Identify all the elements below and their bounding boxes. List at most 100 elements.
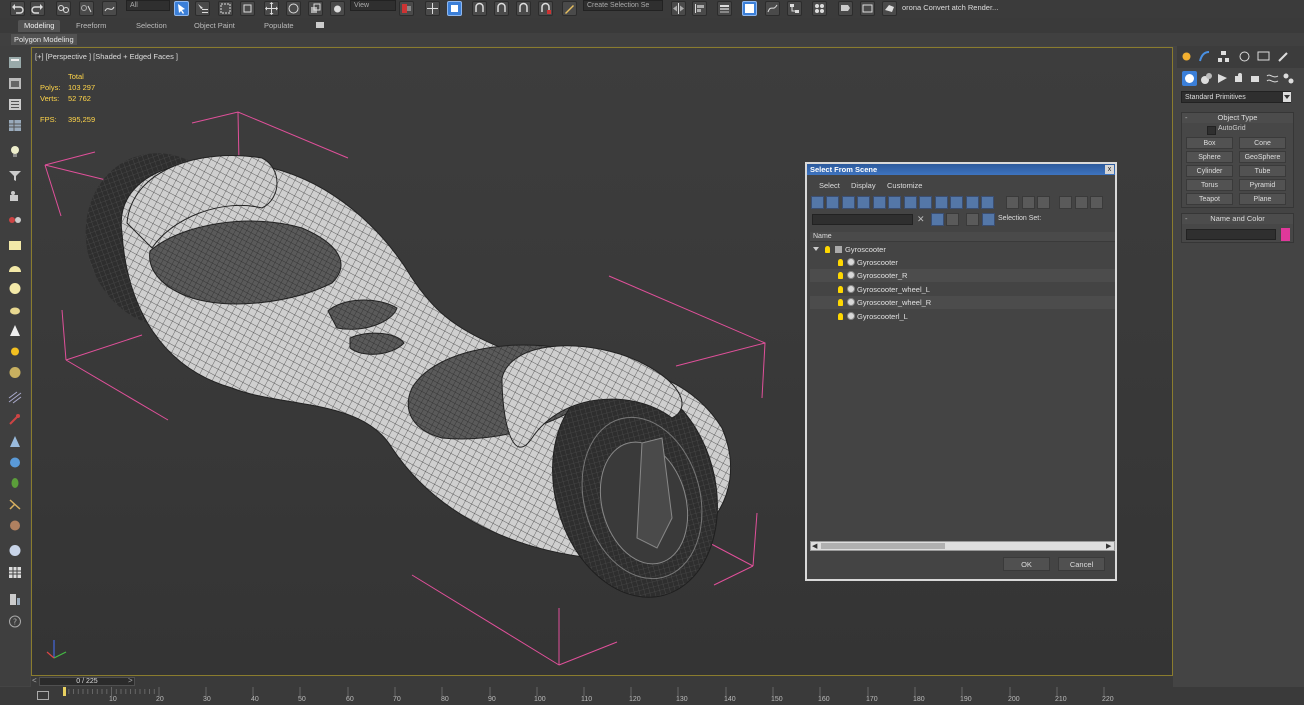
selection-set-icon[interactable] bbox=[982, 213, 995, 226]
scrollbar-thumb[interactable] bbox=[821, 543, 945, 549]
light-bulb-icon[interactable] bbox=[838, 299, 843, 306]
dialog-title[interactable]: Select From Scene bbox=[807, 164, 1115, 175]
move-icon[interactable] bbox=[264, 1, 279, 16]
box-button[interactable]: Box bbox=[1186, 137, 1233, 149]
cone-primitive-icon[interactable] bbox=[7, 323, 23, 338]
reference-coordinate-dropdown[interactable]: View bbox=[350, 0, 396, 11]
tube-button[interactable]: Tube bbox=[1239, 165, 1286, 177]
object-name-input[interactable] bbox=[1186, 229, 1276, 240]
utilities-tab-icon[interactable] bbox=[1276, 49, 1291, 64]
selection-filter-dropdown[interactable]: All bbox=[126, 0, 170, 11]
plane-button[interactable]: Plane bbox=[1239, 193, 1286, 205]
select-invert-icon[interactable] bbox=[1037, 196, 1050, 209]
globe-icon[interactable] bbox=[7, 455, 23, 470]
helpers-icon[interactable] bbox=[7, 212, 23, 227]
dome-primitive-icon[interactable] bbox=[7, 260, 23, 275]
unlink-icon[interactable] bbox=[79, 1, 94, 16]
hair-icon[interactable] bbox=[7, 518, 23, 533]
render-script-label[interactable]: orona Convert atch Render... bbox=[902, 3, 998, 12]
tab-populate[interactable]: Populate bbox=[258, 20, 300, 32]
window-crossing-icon[interactable] bbox=[240, 1, 255, 16]
time-slider[interactable]: 0 / 225 bbox=[39, 677, 135, 686]
find-case-icon[interactable] bbox=[931, 213, 944, 226]
display-filter-icon[interactable] bbox=[7, 168, 23, 183]
ok-button[interactable]: OK bbox=[1003, 557, 1050, 571]
tree-row[interactable]: Gyroscooter_wheel_R bbox=[810, 296, 1115, 309]
filter-spacewarps-icon[interactable] bbox=[888, 196, 901, 209]
layers-icon[interactable] bbox=[966, 213, 979, 226]
geosphere-button[interactable]: GeoSphere bbox=[1239, 151, 1286, 163]
filter-containers-icon[interactable] bbox=[950, 196, 963, 209]
percent-snap-icon[interactable] bbox=[516, 1, 531, 16]
help-icon[interactable]: ? bbox=[7, 614, 23, 629]
menu-display[interactable]: Display bbox=[851, 181, 876, 190]
ribbon-options-icon[interactable] bbox=[316, 22, 324, 28]
object-color-swatch[interactable] bbox=[1281, 228, 1290, 241]
biped-icon[interactable] bbox=[7, 497, 23, 512]
track-bar[interactable]: 10 20 30 40 50 60 70 80 90 100 110 120 1… bbox=[0, 687, 1304, 705]
named-selection-set-dropdown[interactable]: Create Selection Se bbox=[583, 0, 663, 11]
scroll-left-icon[interactable]: ◀ bbox=[812, 543, 817, 550]
teapot-primitive-icon[interactable] bbox=[7, 302, 23, 317]
find-input[interactable] bbox=[812, 214, 913, 225]
filter-frozen-icon[interactable] bbox=[966, 196, 979, 209]
light-bulb-icon[interactable] bbox=[838, 286, 843, 293]
scroll-right-icon[interactable]: ▶ bbox=[1106, 543, 1111, 550]
filter-lights-icon[interactable] bbox=[842, 196, 855, 209]
filter-geometry-icon[interactable] bbox=[811, 196, 824, 209]
chevron-down-icon[interactable] bbox=[1283, 92, 1291, 102]
mirror-icon[interactable] bbox=[671, 1, 686, 16]
grid-icon[interactable] bbox=[7, 565, 23, 580]
filter-xrefs-icon[interactable] bbox=[919, 196, 932, 209]
curve-editor-icon[interactable] bbox=[765, 1, 780, 16]
material-editor-icon[interactable] bbox=[812, 1, 827, 16]
sphere-button[interactable]: Sphere bbox=[1186, 151, 1233, 163]
geometry-category-icon[interactable] bbox=[1182, 71, 1197, 86]
torus-button[interactable]: Torus bbox=[1186, 179, 1233, 191]
tab-freeform[interactable]: Freeform bbox=[70, 20, 112, 32]
rect-selection-icon[interactable] bbox=[218, 1, 233, 16]
render-production-icon[interactable] bbox=[882, 1, 897, 16]
close-icon[interactable]: x bbox=[1105, 165, 1114, 174]
object-type-title[interactable]: - Object Type bbox=[1182, 113, 1293, 123]
tab-selection[interactable]: Selection bbox=[130, 20, 173, 32]
tree-row[interactable]: Gyroscooter_R bbox=[810, 269, 1115, 282]
bind-spacewarp-icon[interactable] bbox=[102, 1, 117, 16]
foliage-icon[interactable] bbox=[7, 476, 23, 491]
bones-icon[interactable] bbox=[7, 434, 23, 449]
placement-icon[interactable] bbox=[330, 1, 345, 16]
link-icon[interactable] bbox=[56, 1, 71, 16]
autogrid-checkbox[interactable] bbox=[1207, 126, 1216, 135]
filter-helpers-icon[interactable] bbox=[873, 196, 886, 209]
snaps-toggle-icon[interactable] bbox=[472, 1, 487, 16]
clear-search-icon[interactable]: ✕ bbox=[917, 214, 925, 225]
find-wildcard-icon[interactable] bbox=[946, 213, 959, 226]
material-sphere-icon[interactable] bbox=[7, 543, 23, 558]
filter-bones-icon[interactable] bbox=[935, 196, 948, 209]
motion-tab-icon[interactable] bbox=[1237, 49, 1252, 64]
cylinder-button[interactable]: Cylinder bbox=[1186, 165, 1233, 177]
prev-frame-icon[interactable]: < bbox=[32, 676, 37, 685]
helpers-category-icon[interactable] bbox=[1248, 71, 1263, 86]
light-bulb-icon[interactable] bbox=[838, 259, 843, 266]
name-and-color-title[interactable]: - Name and Color bbox=[1182, 214, 1293, 224]
filter-funnel-icon[interactable] bbox=[1059, 196, 1072, 209]
keyboard-shortcut-override-icon[interactable] bbox=[447, 1, 462, 16]
select-none-icon[interactable] bbox=[1022, 196, 1035, 209]
box-primitive-icon[interactable] bbox=[7, 238, 23, 253]
tab-modeling[interactable]: Modeling bbox=[18, 20, 61, 32]
filter-hidden-icon[interactable] bbox=[981, 196, 994, 209]
select-toolbar-icon[interactable] bbox=[7, 76, 23, 91]
render-setup-icon[interactable] bbox=[838, 1, 853, 16]
menu-customize[interactable]: Customize bbox=[887, 181, 922, 190]
spinner-snap-icon[interactable] bbox=[538, 1, 553, 16]
align-icon[interactable] bbox=[692, 1, 707, 16]
filter-groups-icon[interactable] bbox=[904, 196, 917, 209]
schematic-view-icon[interactable] bbox=[787, 1, 802, 16]
lights-icon[interactable] bbox=[7, 144, 23, 159]
filter-shapes-icon[interactable] bbox=[826, 196, 839, 209]
scene-explorer-icon[interactable] bbox=[7, 55, 23, 70]
primitive-type-dropdown[interactable]: Standard Primitives bbox=[1181, 91, 1291, 103]
select-manipulate-icon[interactable] bbox=[425, 1, 440, 16]
teapot-button[interactable]: Teapot bbox=[1186, 193, 1233, 205]
